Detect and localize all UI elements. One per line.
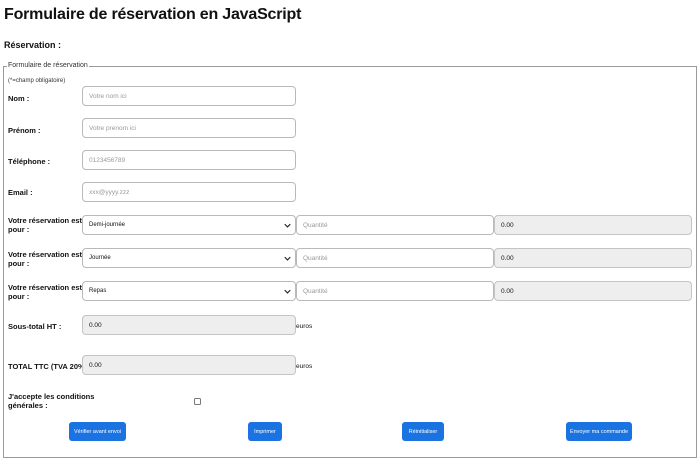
nom-label: Nom :: [8, 94, 30, 103]
amount-field-2: [494, 248, 692, 268]
sous-total-unit: euros: [296, 323, 313, 330]
reservation-label-1: Votre réservation est pour :: [8, 216, 82, 234]
email-input[interactable]: [82, 182, 296, 202]
chevron-down-icon: [284, 223, 291, 228]
reservation-label-line1: Votre réservation est: [8, 250, 83, 259]
select-value: Journée: [89, 255, 111, 261]
required-note: (*=champ obligatoire): [8, 78, 66, 84]
sous-total-field: [82, 315, 296, 335]
section-heading: Réservation :: [4, 40, 62, 50]
sous-total-label: Sous-total HT :: [8, 322, 62, 331]
chevron-down-icon: [284, 289, 291, 294]
email-label: Email :: [8, 188, 33, 197]
quantity-input-1[interactable]: [296, 215, 494, 235]
telephone-label: Téléphone :: [8, 157, 51, 166]
print-button[interactable]: Imprimer: [248, 422, 282, 441]
conditions-label: J'accepte les conditions générales :: [8, 392, 94, 410]
amount-field-3: [494, 281, 692, 301]
telephone-input[interactable]: [82, 150, 296, 170]
reservation-type-select-1[interactable]: Demi-journée: [82, 215, 296, 235]
reservation-label-3: Votre réservation est pour :: [8, 283, 82, 301]
amount-field-1: [494, 215, 692, 235]
select-value: Demi-journée: [89, 222, 126, 228]
fieldset-legend: Formulaire de réservation: [7, 62, 89, 69]
reservation-label-line2: pour :: [8, 225, 30, 234]
send-order-button[interactable]: Envoyer ma commande: [566, 422, 632, 441]
reservation-label-line2: pour :: [8, 259, 30, 268]
verify-button[interactable]: Vérifier avant envoi: [69, 422, 126, 441]
reservation-label-line1: Votre réservation est: [8, 283, 83, 292]
nom-input[interactable]: [82, 86, 296, 106]
reset-button[interactable]: Réinitialiser: [402, 422, 444, 441]
select-value: Repas: [89, 288, 107, 294]
prenom-input[interactable]: [82, 118, 296, 138]
conditions-label-line2: générales :: [8, 401, 48, 410]
reservation-type-select-2[interactable]: Journée: [82, 248, 296, 268]
conditions-label-line1: J'accepte les conditions: [8, 392, 95, 401]
quantity-input-3[interactable]: [296, 281, 494, 301]
reservation-label-line1: Votre réservation est: [8, 216, 83, 225]
quantity-input-2[interactable]: [296, 248, 494, 268]
reservation-label-line2: pour :: [8, 292, 30, 301]
prenom-label: Prénom :: [8, 126, 41, 135]
conditions-checkbox[interactable]: [194, 398, 201, 405]
total-ttc-label: TOTAL TTC (TVA 20%) :: [8, 362, 92, 371]
page-title: Formulaire de réservation en JavaScript: [4, 6, 302, 23]
reservation-type-select-3[interactable]: Repas: [82, 281, 296, 301]
total-ttc-field: [82, 355, 296, 375]
reservation-label-2: Votre réservation est pour :: [8, 250, 82, 268]
chevron-down-icon: [284, 256, 291, 261]
total-ttc-unit: euros: [296, 363, 313, 370]
